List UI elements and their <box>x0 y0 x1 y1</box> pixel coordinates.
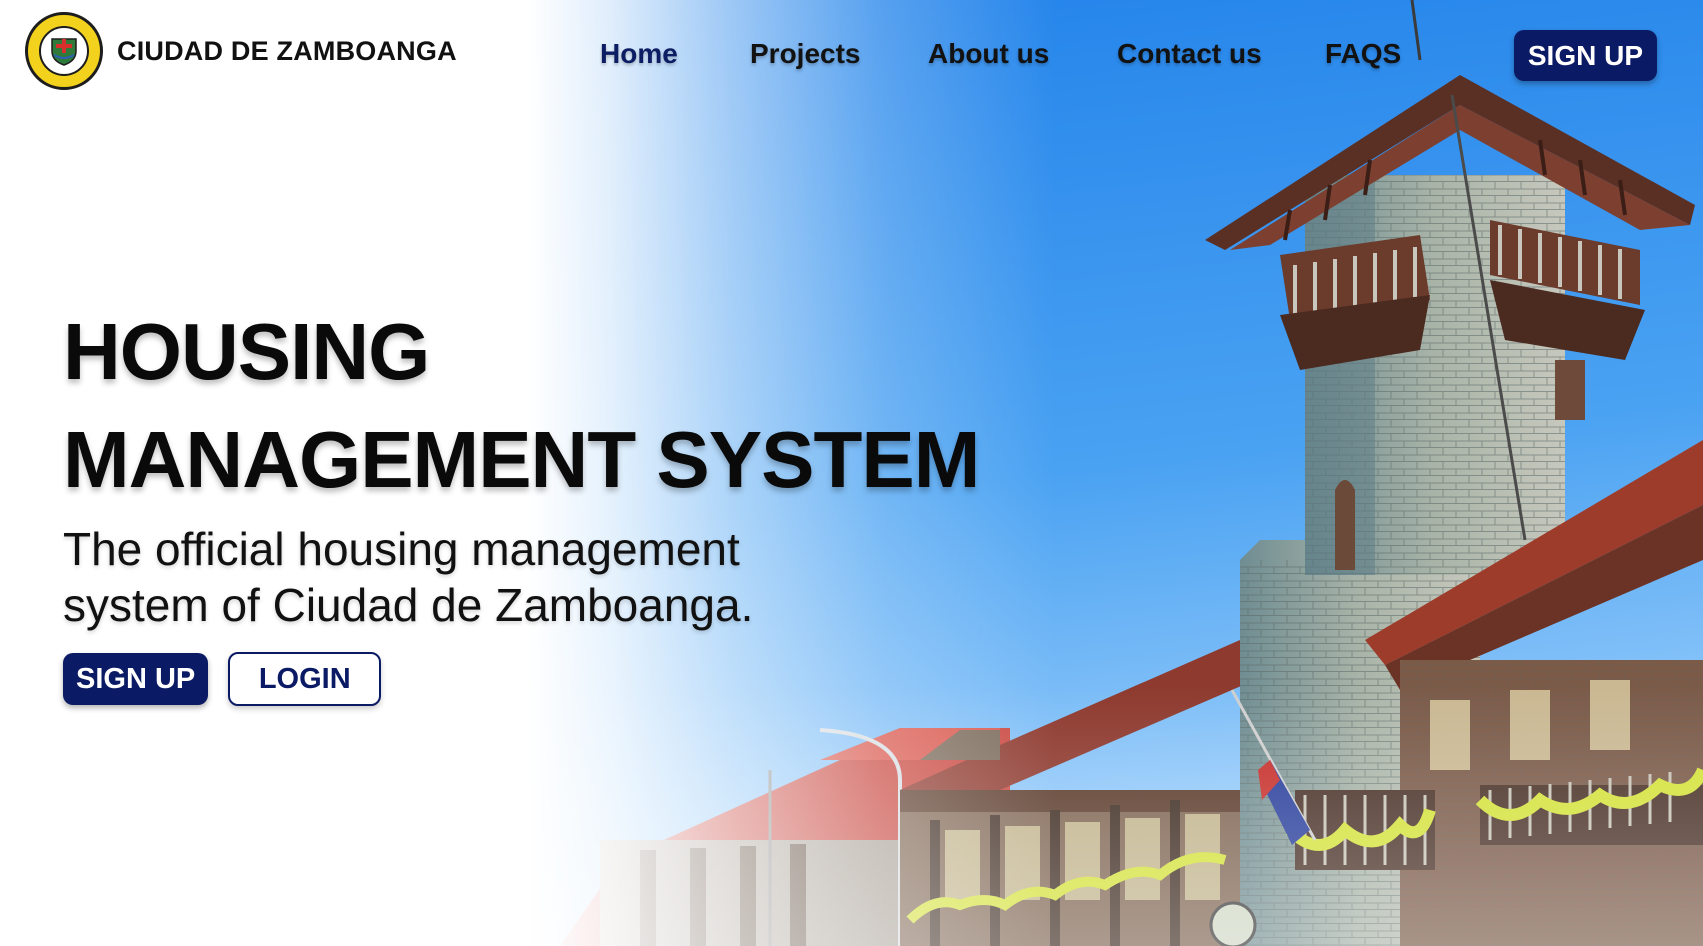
nav-contact-us[interactable]: Contact us <box>1117 38 1262 70</box>
nav-projects[interactable]: Projects <box>750 38 861 70</box>
header-signup-button[interactable]: SIGN UP <box>1513 30 1657 81</box>
hero-login-button[interactable]: LOGIN <box>228 652 382 706</box>
nav-about-us[interactable]: About us <box>928 38 1049 70</box>
hero-title-line-1: HOUSING <box>63 307 430 396</box>
hero-cta-group: SIGN UP LOGIN <box>63 652 382 706</box>
hero-title-line-2: MANAGEMENT SYSTEM <box>63 415 980 504</box>
main-nav: Home Projects About us Contact us FAQS S… <box>600 30 1675 82</box>
hero-subtitle: The official housing management system o… <box>63 523 754 631</box>
hero-title: HOUSING MANAGEMENT SYSTEM <box>63 298 980 514</box>
brand-name: CIUDAD DE ZAMBOANGA <box>117 35 457 66</box>
hero-signup-button[interactable]: SIGN UP <box>63 653 209 705</box>
shield-icon <box>51 38 77 66</box>
city-seal-icon <box>25 12 103 90</box>
brand[interactable]: CIUDAD DE ZAMBOANGA <box>25 12 457 90</box>
nav-home[interactable]: Home <box>600 38 678 70</box>
nav-faqs[interactable]: FAQS <box>1325 38 1401 70</box>
